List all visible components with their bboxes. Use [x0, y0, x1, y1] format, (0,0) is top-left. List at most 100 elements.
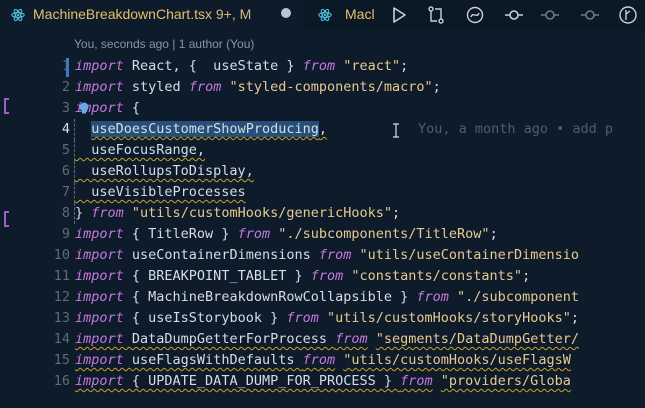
indent-guide	[74, 140, 76, 161]
code-line-9[interactable]: 9 import { TitleRow } from "./subcomponen…	[0, 224, 645, 245]
token: from	[188, 79, 222, 95]
token: import	[75, 310, 124, 326]
token: DataDumpGetterForProcess	[123, 331, 336, 347]
code-line-7[interactable]: 7 useVisibleProcesses	[0, 182, 645, 203]
token: useVisibleProcesses	[75, 184, 246, 200]
code-text: useFocusRange,	[75, 140, 205, 161]
code-line-4[interactable]: 4 useDoesCustomerShowProducing, You, a mo…	[0, 119, 645, 140]
code-text: import { MachineBreakdownRowCollapsible …	[75, 287, 579, 308]
line-number: 10	[53, 247, 70, 263]
code-line-15[interactable]: 15 import useFlagsWithDefaults from "util…	[0, 350, 645, 371]
token: styled	[123, 79, 189, 95]
token: "segments/DataDumpGetter/	[375, 331, 579, 347]
code-text: import useContainerDimensions from "util…	[75, 245, 579, 266]
token: from	[400, 373, 433, 389]
code-line-1[interactable]: 1 import React, { useState } from "react"…	[0, 56, 645, 77]
token: "utils/customHooks/useFlagsW	[343, 352, 571, 368]
token: }	[75, 205, 92, 221]
text-cursor-icon	[393, 123, 399, 138]
token: "utils/customHooks/genericHooks"	[131, 205, 393, 221]
code-text: import { BREAKPOINT_TABLET } from "const…	[75, 266, 530, 287]
token: from	[416, 289, 449, 305]
codelens-blame-header[interactable]: You, seconds ago | 1 author (You)	[74, 37, 254, 51]
token: import	[75, 268, 124, 284]
token: import	[75, 352, 124, 368]
lightbulb-icon[interactable]	[77, 101, 91, 115]
line-number: 13	[53, 310, 70, 326]
code-line-2[interactable]: 2 import styled from "styled-components/m…	[0, 77, 645, 98]
code-text: useRollupsToDisplay,	[75, 161, 254, 182]
token: "./subcomponents/TitleRow"	[278, 226, 490, 242]
token: ,	[318, 121, 327, 137]
code-line-16[interactable]: 16 import { UPDATE_DATA_DUMP_FOR_PROCESS …	[0, 371, 645, 392]
open-changes-icon[interactable]	[465, 5, 485, 25]
token: useContainerDimensions	[123, 247, 319, 263]
code-line-5[interactable]: 5 useFocusRange,	[0, 140, 645, 161]
code-text: import DataDumpGetterForProcess from "se…	[75, 329, 579, 350]
token: {	[123, 100, 141, 116]
token: useRollupsToDisplay,	[75, 163, 254, 179]
line-number: 7	[61, 184, 70, 200]
line-number: 3	[61, 100, 70, 116]
token: ;	[400, 58, 409, 74]
token: from	[286, 310, 319, 326]
token: import	[75, 79, 124, 95]
token: "react"	[343, 58, 401, 74]
code-editor[interactable]: 1 import React, { useState } from "react"…	[0, 56, 645, 408]
tab-machine-breakdown-chart[interactable]: MachineBreakdownChart.tsx 9+, M	[0, 0, 303, 30]
token: useFocusRange,	[75, 142, 206, 158]
token: ;	[489, 226, 498, 242]
token: { UPDATE_DATA_DUMP_FOR_PROCESS }	[123, 373, 401, 389]
code-line-13[interactable]: 13 import { useIsStorybook } from "utils/…	[0, 308, 645, 329]
code-text: import styled from "styled-components/ma…	[75, 77, 441, 98]
code-text: import { TitleRow } from "./subcomponent…	[75, 224, 498, 245]
token: ;	[570, 310, 579, 326]
token: ;	[522, 268, 531, 284]
token: "constants/constants"	[351, 268, 523, 284]
unsaved-dot-icon[interactable]	[281, 8, 291, 18]
token: "utils/customHooks/storyHooks"	[327, 310, 571, 326]
code-line-12[interactable]: 12 import { MachineBreakdownRowCollapsibl…	[0, 287, 645, 308]
code-line-14[interactable]: 14 import DataDumpGetterForProcess from "…	[0, 329, 645, 350]
line-number: 1	[61, 58, 70, 74]
git-commit-icon[interactable]	[504, 5, 524, 25]
token: import	[75, 247, 124, 263]
run-icon[interactable]	[389, 5, 409, 25]
code-text: import useFlagsWithDefaults from "utils/…	[75, 350, 571, 371]
token: { MachineBreakdownRowCollapsible }	[123, 289, 417, 305]
code-line-8[interactable]: 8} from "utils/customHooks/genericHooks"…	[0, 203, 645, 224]
line-number: 2	[61, 79, 70, 95]
code-line-6[interactable]: 6 useRollupsToDisplay,	[0, 161, 645, 182]
tab-title: Macl	[345, 6, 375, 22]
git-timeline-icon[interactable]	[618, 5, 638, 25]
code-text: useDoesCustomerShowProducing,	[75, 119, 327, 140]
code-line-11[interactable]: 11 import { BREAKPOINT_TABLET } from "con…	[0, 266, 645, 287]
git-commit-dot-icon[interactable]	[540, 5, 560, 25]
code-text: useVisibleProcesses	[75, 182, 246, 203]
code-line-3[interactable]: 3 import {	[0, 98, 645, 119]
git-commit-dot-2-icon[interactable]	[580, 5, 600, 25]
code-line-10[interactable]: 10 import useContainerDimensions from "ut…	[0, 245, 645, 266]
line-number: 14	[53, 331, 70, 347]
code-text: } from "utils/customHooks/genericHooks";	[75, 203, 400, 224]
token: import	[75, 373, 124, 389]
inline-blame-annotation: You, a month ago • add p	[418, 121, 614, 137]
tab-title: MachineBreakdownChart.tsx 9+, M	[33, 6, 252, 22]
token: from	[237, 226, 271, 242]
token: "styled-components/macro"	[229, 79, 433, 95]
line-number: 8	[61, 205, 70, 221]
token: from	[91, 205, 124, 221]
line-number: 12	[53, 289, 70, 305]
line-number: 15	[53, 352, 70, 368]
token: { useIsStorybook }	[123, 310, 287, 326]
source-control-compare-icon[interactable]	[426, 5, 446, 25]
token: import	[75, 331, 124, 347]
indent-guide	[74, 161, 76, 182]
token: import	[75, 289, 124, 305]
